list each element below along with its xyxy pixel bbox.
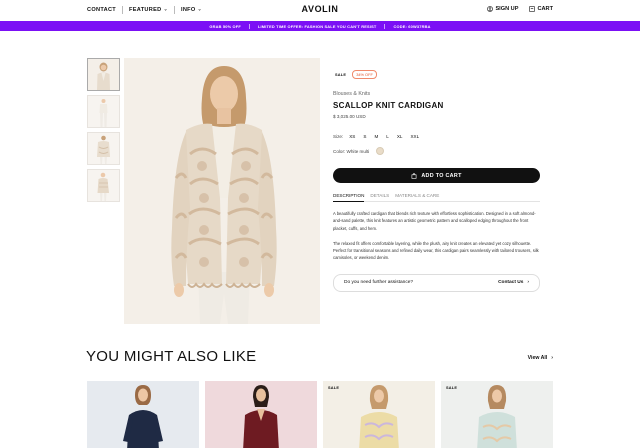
product-card-image (123, 385, 163, 448)
bag-icon (411, 172, 417, 179)
product-card-image (243, 385, 279, 448)
product-card[interactable] (87, 381, 199, 448)
size-label: Size: (333, 134, 344, 139)
recommendation-cards: SALE SALE (87, 381, 553, 448)
promo-text: LIMITED TIME OFFER: FASHION SALE YOU CAN… (257, 23, 377, 29)
sale-badge: SALE (328, 385, 340, 390)
product-card-image (477, 385, 517, 448)
site-header: CONTACT FEATURED ⌄ INFO ⌄ AVOLIN SIGN UP C… (0, 0, 640, 21)
description-paragraph: The relaxed fit offers comfortable layer… (333, 240, 539, 261)
size-option-xxl[interactable]: XXL (410, 134, 419, 139)
chevron-right-icon: › (551, 355, 553, 361)
size-selector: Size: XS S M L XL XXL (333, 134, 540, 139)
chevron-right-icon: › (527, 280, 529, 286)
view-all-label: View All (527, 355, 548, 361)
product-category[interactable]: Blouses & Knits (333, 91, 540, 97)
contact-us-label: Contact Us (498, 280, 524, 286)
sale-badge: SALE (446, 385, 458, 390)
discount-badge: 34% OFF (352, 70, 377, 79)
sale-badge: SALE (335, 72, 347, 77)
product-info-panel: SALE 34% OFF Blouses & Knits SCALLOP KNI… (333, 70, 540, 292)
header-nav-right: SIGN UP CART (487, 6, 553, 12)
cart-link[interactable]: CART (529, 6, 553, 12)
assistance-question: Do you need further assistance? (344, 280, 414, 286)
color-label: Color: White multi (333, 148, 370, 154)
product-description: A beautifully crafted cardigan that blen… (333, 210, 540, 262)
product-card[interactable]: SALE (441, 381, 553, 448)
user-icon (487, 6, 494, 12)
add-to-cart-label: ADD TO CART (421, 172, 462, 179)
product-card[interactable] (205, 381, 317, 448)
promo-divider (384, 23, 386, 29)
sign-up-link[interactable]: SIGN UP (487, 6, 518, 12)
product-tags: SALE 34% OFF (333, 70, 540, 79)
assistance-box: Do you need further assistance? Contact … (333, 273, 540, 292)
thumbnail-back[interactable] (87, 132, 120, 165)
view-all-link[interactable]: View All › (528, 355, 553, 361)
product-card-image (359, 385, 399, 448)
description-paragraph: A beautifully crafted cardigan that blen… (333, 211, 536, 231)
size-option-m[interactable]: M (374, 134, 378, 139)
size-option-l[interactable]: L (386, 134, 389, 139)
promo-divider (248, 23, 250, 29)
tab-details[interactable]: DETAILS (370, 190, 389, 201)
promo-code: CODE: 60W37RBA (393, 23, 431, 29)
thumbnail-list (87, 58, 120, 206)
thumbnail-front[interactable] (87, 58, 120, 91)
size-option-xl[interactable]: XL (397, 134, 403, 139)
product-photo-illustration (124, 58, 320, 324)
promo-text: GRAB 50% OFF (209, 23, 241, 29)
thumbnail-outfit[interactable] (87, 95, 120, 128)
product-price: $ 3,025.00 USD (333, 114, 366, 119)
contact-us-link[interactable]: Contact Us › (498, 280, 529, 285)
product-tabs: DESCRIPTION DETAILS MATERIALS & CARE (333, 190, 540, 202)
promo-bar: GRAB 50% OFF LIMITED TIME OFFER: FASHION… (0, 21, 640, 31)
product-title: SCALLOP KNIT CARDIGAN (333, 101, 444, 110)
product-card[interactable]: SALE (323, 381, 435, 448)
cart-label: CART (537, 6, 553, 12)
product-main-image[interactable] (124, 58, 320, 324)
thumbnail-side[interactable] (87, 169, 120, 202)
cart-icon (529, 6, 536, 12)
tab-materials-care[interactable]: MATERIALS & CARE (395, 190, 439, 201)
size-option-xs[interactable]: XS (349, 134, 355, 139)
add-to-cart-button[interactable]: ADD TO CART (333, 168, 540, 183)
recommendations-title: YOU MIGHT ALSO LIKE (86, 348, 257, 365)
tab-description[interactable]: DESCRIPTION (333, 190, 365, 202)
color-selector: Color: White multi (333, 147, 540, 155)
color-swatch-white-multi[interactable] (376, 147, 385, 155)
size-option-s[interactable]: S (363, 134, 366, 139)
sign-up-label: SIGN UP (495, 6, 519, 12)
